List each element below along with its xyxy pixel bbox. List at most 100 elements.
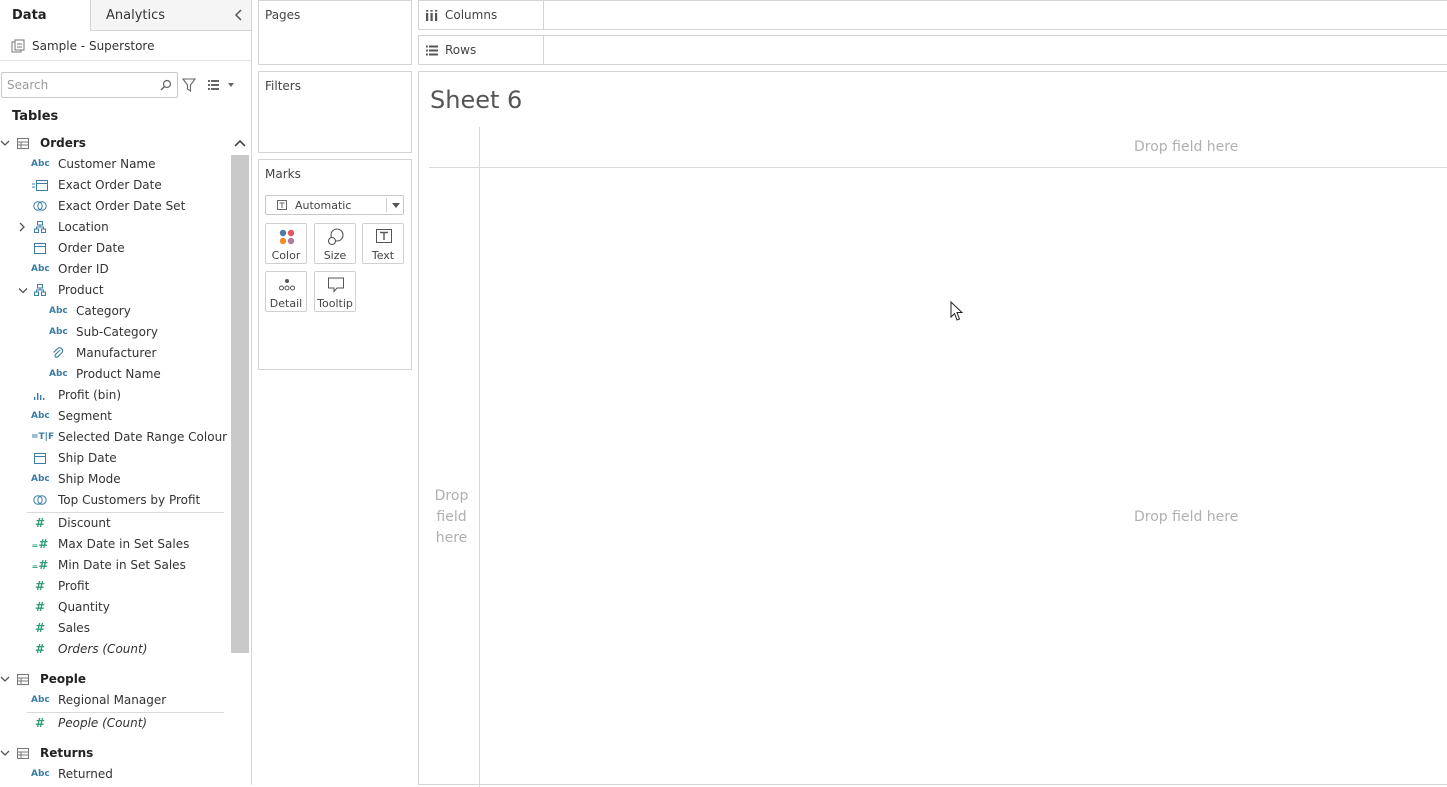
field-category[interactable]: Abc Category (0, 301, 228, 322)
string-type-icon: Abc (31, 769, 50, 779)
divider (479, 127, 480, 787)
field-label: Max Date in Set Sales (58, 537, 190, 551)
field-type-icon (31, 200, 49, 212)
tooltip-button[interactable]: Tooltip (314, 271, 356, 312)
view-canvas[interactable]: Sheet 6 Drop field here Drop field here … (418, 71, 1447, 787)
field-regional-manager[interactable]: Abc Regional Manager (0, 690, 228, 711)
date-type-icon (34, 453, 46, 464)
field-min-date-in-set-sales[interactable]: =# Min Date in Set Sales (0, 555, 228, 576)
chevron-right-icon[interactable] (18, 222, 26, 232)
number-type-icon: # (34, 579, 46, 593)
chevron-down-icon[interactable] (392, 203, 400, 208)
field-label: Product (58, 283, 104, 297)
field-sales[interactable]: # Sales (0, 618, 228, 639)
string-type-icon: Abc (49, 306, 68, 316)
color-button[interactable]: Color (265, 223, 307, 264)
field-label: Sales (58, 621, 90, 635)
text-button[interactable]: Text (362, 223, 404, 264)
field-location[interactable]: Location (0, 217, 228, 238)
calculated-number-icon: =# (31, 537, 49, 551)
field-exact-order-date[interactable]: Exact Order Date (0, 175, 228, 196)
detail-button[interactable]: Detail (265, 271, 307, 312)
chevron-down-icon[interactable] (0, 138, 10, 148)
chevron-down-icon[interactable] (0, 674, 10, 684)
mark-type-label: Automatic (295, 199, 352, 212)
field-product-name[interactable]: Abc Product Name (0, 364, 228, 385)
set-icon (33, 495, 47, 505)
field-product[interactable]: Product (0, 280, 228, 301)
field-label: Segment (58, 409, 112, 423)
columns-icon (426, 10, 438, 21)
table-returns[interactable]: Returns (0, 743, 230, 765)
scrollbar-thumb[interactable] (231, 155, 249, 653)
pages-card[interactable]: Pages (258, 0, 412, 65)
search-icon[interactable] (160, 79, 172, 91)
scroll-up-icon[interactable] (234, 138, 246, 148)
string-type-icon: Abc (31, 159, 50, 169)
field-label: Order Date (58, 241, 125, 255)
data-source-row[interactable]: Sample - Superstore (0, 31, 251, 61)
columns-shelf[interactable]: Columns (418, 0, 1447, 30)
field-max-date-in-set-sales[interactable]: =# Max Date in Set Sales (0, 534, 228, 555)
field-profit[interactable]: # Profit (0, 576, 228, 597)
main-drop-zone[interactable]: Drop field here (1134, 509, 1238, 525)
field-people-count[interactable]: # People (Count) (0, 713, 228, 734)
field-type-icon (31, 452, 49, 464)
field-sub-category[interactable]: Abc Sub-Category (0, 322, 228, 343)
field-type-icon (31, 221, 49, 233)
tab-analytics[interactable]: Analytics (90, 0, 251, 31)
field-order-date[interactable]: Order Date (0, 238, 228, 259)
field-label: Category (76, 304, 131, 318)
tab-data[interactable]: Data (0, 0, 90, 31)
field-top-customers-by-profit[interactable]: Top Customers by Profit (0, 490, 228, 511)
collapse-pane-icon[interactable] (234, 8, 244, 22)
bin-icon (34, 393, 45, 400)
field-returned[interactable]: Abc Returned (0, 764, 228, 785)
divider (386, 198, 387, 212)
field-quantity[interactable]: # Quantity (0, 597, 228, 618)
string-type-icon: Abc (31, 264, 50, 274)
size-button[interactable]: Size (314, 223, 356, 264)
field-label: Manufacturer (76, 346, 157, 360)
column-drop-zone[interactable]: Drop field here (1134, 139, 1238, 155)
filters-card[interactable]: Filters (258, 71, 412, 153)
field-exact-order-date-set[interactable]: Exact Order Date Set (0, 196, 228, 217)
field-ship-mode[interactable]: Abc Ship Mode (0, 469, 228, 490)
search-field[interactable] (1, 72, 178, 98)
tables-heading: Tables (12, 109, 59, 124)
field-ship-date[interactable]: Ship Date (0, 448, 228, 469)
chevron-down-icon[interactable] (18, 287, 28, 295)
field-selected-date-range-colour[interactable]: =T|F Selected Date Range Colour (0, 427, 228, 448)
mark-type-dropdown[interactable]: Automatic (265, 195, 404, 215)
hierarchy-icon (34, 221, 46, 233)
filter-icon[interactable] (182, 78, 196, 92)
table-icon (17, 748, 29, 759)
table-icon (17, 138, 29, 149)
row-drop-zone[interactable]: Drop field here (429, 486, 474, 549)
field-profit-bin[interactable]: Profit (bin) (0, 385, 228, 406)
color-icon (279, 229, 295, 245)
field-label: Exact Order Date (58, 178, 162, 192)
field-discount[interactable]: # Discount (0, 513, 228, 534)
field-customer-name[interactable]: Abc Customer Name (0, 154, 228, 175)
string-type-icon: Abc (31, 411, 50, 421)
rows-shelf[interactable]: Rows (418, 35, 1447, 65)
table-label: People (40, 672, 87, 686)
row-drop-text-1: Drop (434, 488, 469, 504)
rows-label: Rows (445, 43, 477, 57)
view-options-icon[interactable] (207, 79, 235, 91)
field-manufacturer[interactable]: Manufacturer (0, 343, 228, 364)
field-segment[interactable]: Abc Segment (0, 406, 228, 427)
table-people[interactable]: People (0, 669, 230, 691)
calculated-number-icon: =# (31, 558, 49, 572)
search-input[interactable] (7, 77, 152, 93)
chevron-down-icon[interactable] (0, 748, 10, 758)
size-icon (327, 228, 344, 246)
text-label: Text (371, 249, 395, 262)
sheet-title[interactable]: Sheet 6 (430, 86, 522, 114)
table-orders[interactable]: Orders (0, 133, 230, 155)
color-label: Color (271, 249, 301, 262)
field-type-icon (31, 179, 49, 191)
field-order-id[interactable]: Abc Order ID (0, 259, 228, 280)
field-orders-count[interactable]: # Orders (Count) (0, 639, 228, 660)
